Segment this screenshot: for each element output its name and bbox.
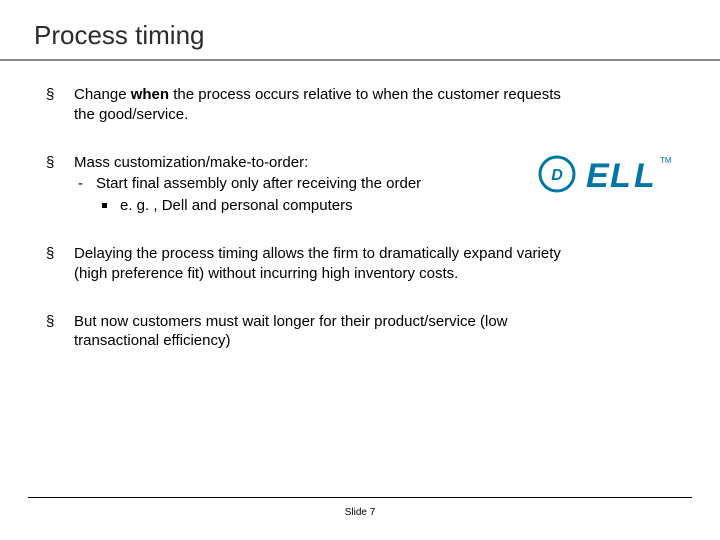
text: Mass customization/make-to-order:	[74, 154, 308, 171]
bullet-item: Change when the process occurs relative …	[46, 85, 566, 125]
slide-title: Process timing	[28, 20, 692, 51]
text: e. g. , Dell and personal computers	[120, 197, 353, 214]
dell-logo-icon: D E L L TM	[538, 149, 678, 199]
bullet-item: Mass customization/make-to-order: Start …	[46, 153, 566, 216]
text: Delaying the process timing allows the f…	[74, 245, 561, 282]
text-bold: when	[131, 86, 169, 103]
bullet-list: Change when the process occurs relative …	[46, 85, 682, 351]
svg-text:D: D	[551, 167, 563, 184]
text: Start final assembly only after receivin…	[96, 175, 421, 192]
text: Change	[74, 86, 131, 103]
slide-content: Change when the process occurs relative …	[28, 61, 692, 351]
sub-sub-item: e. g. , Dell and personal computers	[96, 196, 566, 216]
sub-sub-list: e. g. , Dell and personal computers	[96, 196, 566, 216]
bullet-item: But now customers must wait longer for t…	[46, 312, 566, 352]
svg-text:L: L	[634, 157, 655, 195]
footer-divider	[28, 497, 692, 498]
slide-footer: Slide 7	[0, 507, 720, 518]
bullet-item: Delaying the process timing allows the f…	[46, 244, 566, 284]
trademark-text: TM	[660, 156, 672, 165]
slide: Process timing Change when the process o…	[0, 0, 720, 540]
sub-list: Start final assembly only after receivin…	[74, 174, 566, 216]
svg-text:E: E	[586, 157, 610, 195]
text: But now customers must wait longer for t…	[74, 313, 508, 350]
svg-text:L: L	[610, 157, 631, 195]
dell-logo: D E L L TM	[538, 149, 678, 205]
sub-item: Start final assembly only after receivin…	[74, 174, 566, 216]
